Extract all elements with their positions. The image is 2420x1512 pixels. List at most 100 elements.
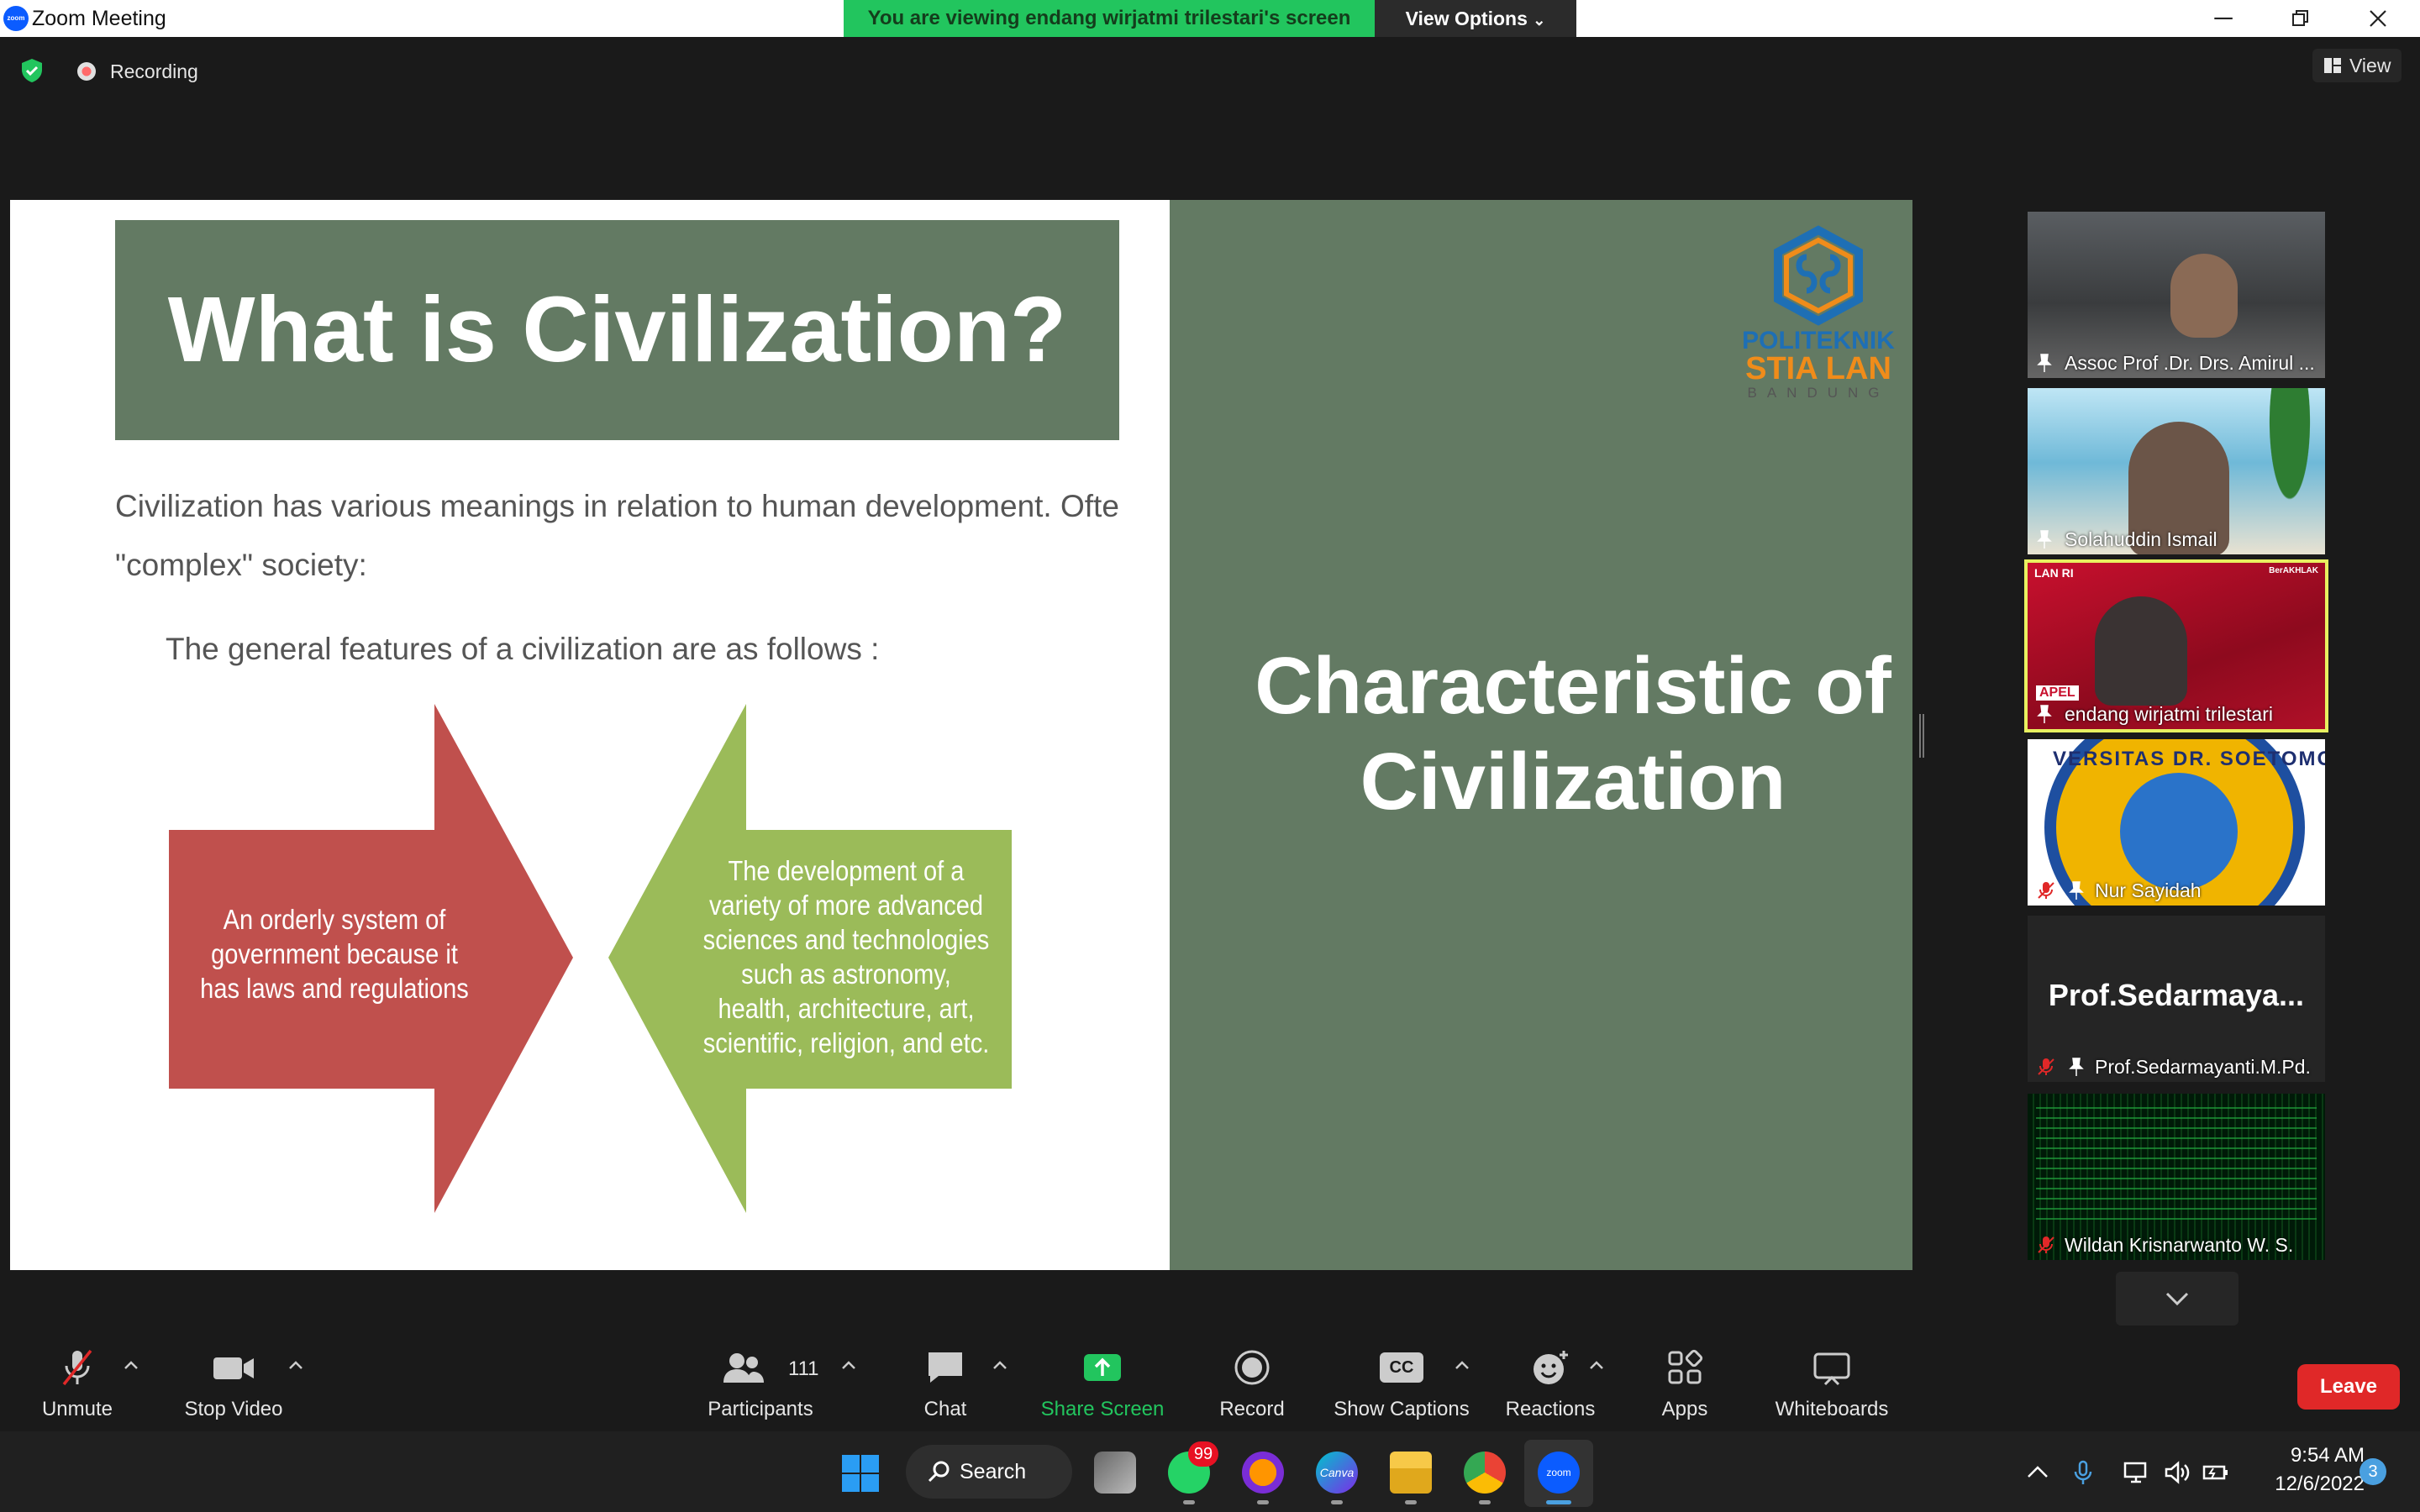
video-tile-5[interactable]: Prof.Sedarmaya... Prof.Sedarmayanti.M.Pd… — [2028, 916, 2325, 1082]
whiteboards-label: Whiteboards — [1775, 1398, 1889, 1420]
caret-up-icon[interactable] — [123, 1359, 139, 1371]
close-icon — [2370, 10, 2386, 27]
caret-up-icon[interactable] — [287, 1359, 304, 1371]
share-screen-label: Share Screen — [1040, 1398, 1165, 1420]
canva-icon[interactable]: Canva — [1316, 1452, 1358, 1494]
logo-line2: STIA LAN — [1745, 351, 1891, 386]
caret-up-icon[interactable] — [992, 1359, 1008, 1371]
muted-mic-icon — [2038, 882, 2054, 899]
explorer-running-indicator — [1405, 1500, 1417, 1504]
participants-button[interactable]: 111 Participants — [697, 1339, 823, 1423]
participants-label: Participants — [708, 1398, 813, 1420]
participant-name: Solahuddin Ismail — [2065, 528, 2217, 550]
restore-icon — [2292, 10, 2308, 26]
leave-button[interactable]: Leave — [2297, 1364, 2400, 1410]
minimize-icon: ─ — [2214, 4, 2233, 32]
view-button[interactable]: View — [2312, 49, 2402, 82]
muted-mic-icon — [2038, 1236, 2054, 1253]
screen-share-banner: You are viewing endang wirjatmi trilesta… — [844, 0, 1375, 37]
politeknik-emblem-icon — [1774, 225, 1863, 326]
chrome-icon[interactable] — [1464, 1452, 1506, 1494]
minimize-button[interactable]: ─ — [2185, 0, 2262, 37]
view-grid-icon — [2324, 58, 2341, 73]
pin-icon — [2037, 530, 2052, 549]
firefox-icon[interactable] — [1242, 1452, 1284, 1494]
caret-up-icon[interactable] — [1454, 1359, 1470, 1371]
notification-badge[interactable]: 3 — [2360, 1458, 2386, 1485]
security-shield-icon[interactable] — [18, 57, 45, 84]
participant-face — [2095, 596, 2187, 706]
file-explorer-icon[interactable] — [1390, 1452, 1432, 1494]
chevron-up-icon[interactable] — [2023, 1460, 2052, 1485]
record-icon — [1234, 1350, 1270, 1385]
share-screen-button[interactable]: Share Screen — [1037, 1339, 1168, 1423]
caret-up-icon[interactable] — [1588, 1359, 1605, 1371]
shared-screen-slide: What is Civilization? Civilization has v… — [10, 200, 1912, 1270]
record-button[interactable]: Record — [1202, 1339, 1302, 1423]
palm-tree-graphic — [2254, 388, 2325, 554]
reactions-button[interactable]: Reactions — [1496, 1339, 1605, 1423]
canva-running-indicator — [1331, 1500, 1343, 1504]
search-label: Search — [960, 1460, 1027, 1483]
terminal-screen-graphic — [2036, 1102, 2317, 1228]
participant-name: Nur Sayidah — [2095, 879, 2202, 901]
seal-inner — [2120, 773, 2238, 890]
restore-button[interactable] — [2262, 0, 2339, 37]
microphone-icon[interactable] — [2069, 1460, 2097, 1485]
caret-up-icon[interactable] — [840, 1359, 857, 1371]
university-seal-text: VERSITAS DR. SOETOMO — [2053, 748, 2325, 770]
zoom-app-icon[interactable]: zoom — [1538, 1452, 1580, 1494]
video-tile-6[interactable]: Wildan Krisnarwanto W. S. — [2028, 1094, 2325, 1260]
task-view-icon[interactable] — [1094, 1452, 1136, 1494]
chat-button[interactable]: Chat — [899, 1339, 992, 1423]
stop-video-button[interactable]: Stop Video — [175, 1339, 292, 1423]
video-tile-3-active[interactable]: LAN RI BerAKHLAK APEL endang wirjatmi tr… — [2024, 559, 2328, 732]
video-tile-4[interactable]: VERSITAS DR. SOETOMO Nur Sayidah — [2028, 739, 2325, 906]
zoom-logo-icon: zoom — [3, 6, 29, 31]
captions-cc-icon: CC — [1380, 1352, 1423, 1383]
show-captions-label: Show Captions — [1334, 1398, 1470, 1420]
pin-icon — [2037, 354, 2052, 372]
firefox-running-indicator — [1257, 1500, 1269, 1504]
video-tile-1[interactable]: Assoc Prof .Dr. Drs. Amirul ... — [2028, 212, 2325, 378]
network-icon[interactable] — [2123, 1460, 2151, 1485]
unmute-button[interactable]: Unmute — [25, 1339, 129, 1423]
record-label: Record — [1219, 1398, 1285, 1420]
search-icon — [928, 1461, 950, 1483]
show-captions-button[interactable]: CC Show Captions — [1328, 1339, 1476, 1423]
whiteboards-button[interactable]: Whiteboards — [1765, 1339, 1899, 1423]
view-options-label: View Options — [1405, 8, 1528, 29]
characteristic-title: Characteristic of Civilization — [1255, 641, 1891, 827]
whiteboard-icon — [1813, 1352, 1850, 1386]
politeknik-logo: POLITEKNIK STIA LAN BANDUNG — [1734, 225, 1902, 402]
apps-button[interactable]: Apps — [1639, 1339, 1731, 1423]
participant-name: endang wirjatmi trilestari — [2065, 703, 2273, 725]
muted-mic-icon — [2038, 1058, 2054, 1075]
chevron-down-icon: ⌄ — [1533, 12, 1546, 29]
meeting-info-bar — [0, 37, 2420, 104]
recording-label: Recording — [110, 60, 198, 82]
taskbar-search[interactable]: Search — [906, 1445, 1072, 1499]
windows-start-icon[interactable] — [840, 1453, 881, 1494]
close-button[interactable] — [2339, 0, 2417, 37]
taskbar-time[interactable]: 9:54 AM — [2247, 1441, 2365, 1470]
chat-label: Chat — [923, 1398, 967, 1420]
video-tile-2[interactable]: Solahuddin Ismail — [2028, 388, 2325, 554]
chrome-running-indicator — [1479, 1500, 1491, 1504]
scroll-down-button[interactable] — [2116, 1272, 2238, 1326]
panel-resize-handle[interactable] — [1919, 714, 1924, 758]
unmute-label: Unmute — [41, 1398, 113, 1420]
taskbar-date[interactable]: 12/6/2022 — [2247, 1470, 2365, 1499]
participant-name: Prof.Sedarmayanti.M.Pd. — [2095, 1056, 2311, 1078]
reactions-smiley-icon — [1534, 1351, 1568, 1384]
zoom-active-indicator — [1546, 1500, 1571, 1504]
participant-face — [2170, 254, 2238, 338]
speaker-icon[interactable] — [2163, 1460, 2191, 1485]
window-title: Zoom Meeting — [32, 7, 166, 30]
battery-icon[interactable] — [2202, 1460, 2230, 1485]
green-arrow-text: The development of a variety of more adv… — [702, 855, 990, 1058]
stop-video-label: Stop Video — [184, 1398, 283, 1420]
view-options-button[interactable]: View Options ⌄ — [1375, 0, 1576, 37]
pin-icon — [2037, 705, 2052, 723]
chat-bubble-icon — [929, 1352, 962, 1383]
